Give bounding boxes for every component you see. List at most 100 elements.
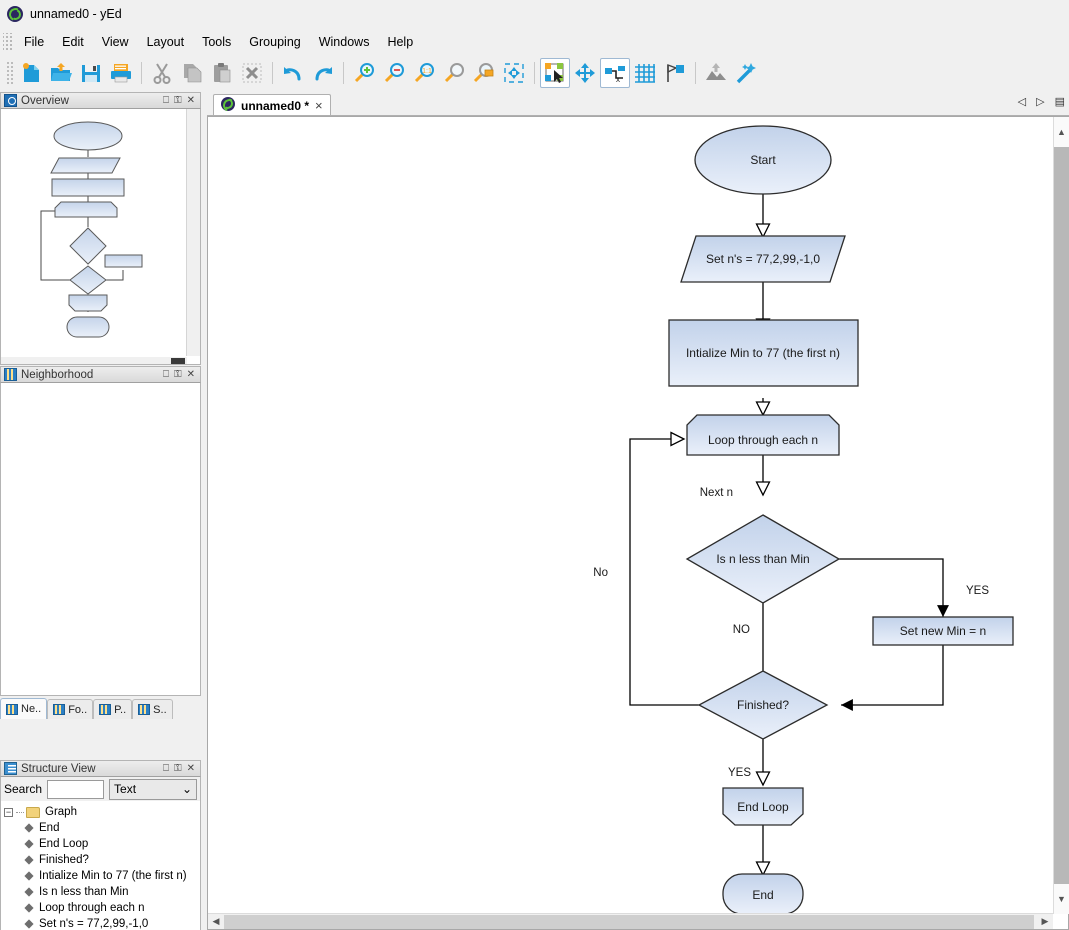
- edge-label-no-1: NO: [733, 624, 750, 636]
- fit-content-icon[interactable]: [469, 58, 499, 88]
- node-icon: [24, 871, 34, 881]
- search-input[interactable]: [47, 779, 105, 799]
- tab-neighborhood[interactable]: Ne..: [0, 698, 48, 719]
- move-mode-icon[interactable]: [570, 58, 600, 88]
- scroll-up-icon[interactable]: ▲: [1054, 117, 1069, 147]
- tab-list-icon[interactable]: ▤: [1055, 95, 1065, 108]
- zoom-area-icon[interactable]: [439, 58, 469, 88]
- redo-icon[interactable]: [308, 58, 338, 88]
- overview-undock-button[interactable]: ⎕: [163, 95, 169, 106]
- overview-pin-button[interactable]: ⚿: [174, 95, 182, 106]
- canvas-vscroll-thumb[interactable]: [1054, 147, 1069, 887]
- neighborhood-panel: Neighborhood ⎕ ⚿ ✕ Ne.. Fo.. P.. S..: [0, 366, 201, 732]
- scroll-right-icon[interactable]: ▶: [1037, 914, 1053, 929]
- structure-tree[interactable]: − Graph End End Loop Finished? Intialize…: [0, 801, 201, 930]
- overview-vertical-scrollbar[interactable]: [186, 109, 200, 356]
- flow-node-loop-start-label: Loop through each n: [708, 433, 818, 447]
- tree-row[interactable]: End: [1, 820, 200, 836]
- window-title: unnamed0 - yEd: [30, 7, 122, 21]
- menu-view[interactable]: View: [93, 32, 138, 52]
- tree-expander-icon[interactable]: −: [4, 807, 13, 817]
- fit-selection-icon[interactable]: [499, 58, 529, 88]
- tab-scroll-right-icon[interactable]: ▷: [1036, 95, 1044, 108]
- neighborhood-pin-button[interactable]: ⚿: [174, 369, 182, 380]
- edit-mode-icon[interactable]: [540, 57, 570, 88]
- save-icon[interactable]: [76, 58, 106, 88]
- tab-nav-controls: ◁ ▷ ▤: [1018, 95, 1065, 108]
- canvas-hscroll-thumb[interactable]: [224, 915, 1034, 929]
- paste-icon[interactable]: [207, 58, 237, 88]
- copy-icon[interactable]: [177, 58, 207, 88]
- svg-text:1:1: 1:1: [422, 68, 432, 75]
- menu-help[interactable]: Help: [378, 32, 422, 52]
- structure-close-button[interactable]: ✕: [187, 763, 195, 774]
- scroll-down-icon[interactable]: ▼: [1054, 884, 1069, 914]
- zoom-in-icon[interactable]: [349, 58, 379, 88]
- tree-row[interactable]: Intialize Min to 77 (the first n): [1, 868, 200, 884]
- neighborhood-body[interactable]: [0, 383, 201, 696]
- menu-layout[interactable]: Layout: [138, 32, 194, 52]
- tree-root-label: Graph: [45, 806, 77, 818]
- tree-row[interactable]: Finished?: [1, 852, 200, 868]
- neighborhood-panel-header: Neighborhood ⎕ ⚿ ✕: [0, 366, 201, 383]
- neighborhood-close-button[interactable]: ✕: [187, 369, 195, 380]
- cut-icon[interactable]: [147, 58, 177, 88]
- structure-view-panel: Structure View ⎕ ⚿ ✕ Search Text ⌄ − Gra…: [0, 760, 201, 930]
- flowchart[interactable]: Start Set n's = 77,2,99,-1,0 Intialize M…: [208, 117, 1053, 914]
- tab-scroll-left-icon[interactable]: ◁: [1018, 95, 1026, 108]
- menu-drag-grip[interactable]: [3, 33, 13, 51]
- node-icon: [24, 887, 34, 897]
- overview-horizontal-scrollbar[interactable]: [1, 357, 187, 364]
- menu-grouping[interactable]: Grouping: [240, 32, 309, 52]
- new-document-icon[interactable]: [16, 58, 46, 88]
- flow-node-end-loop-label: End Loop: [737, 800, 789, 814]
- toolbar-drag-grip[interactable]: [6, 60, 14, 85]
- menu-tools[interactable]: Tools: [193, 32, 240, 52]
- flow-node-start-label: Start: [750, 153, 776, 167]
- zoom-actual-size-icon[interactable]: 1:1: [409, 58, 439, 88]
- canvas-vertical-scrollbar[interactable]: ▲ ▼: [1053, 117, 1069, 914]
- tree-row[interactable]: Is n less than Min: [1, 884, 200, 900]
- search-filter-select[interactable]: Text ⌄: [109, 778, 197, 800]
- tree-node-label: End Loop: [39, 838, 89, 850]
- structure-pin-button[interactable]: ⚿: [174, 763, 182, 774]
- zoom-out-icon[interactable]: [379, 58, 409, 88]
- delete-icon[interactable]: [237, 58, 267, 88]
- canvas-horizontal-scrollbar[interactable]: ◀ ▶: [208, 913, 1053, 929]
- structure-view-title: Structure View: [21, 762, 96, 775]
- neighborhood-tab-strip: Ne.. Fo.. P.. S..: [0, 697, 201, 719]
- tree-row[interactable]: − Graph: [1, 804, 200, 820]
- open-document-icon[interactable]: [46, 58, 76, 88]
- structure-search-row: Search Text ⌄: [0, 777, 201, 801]
- magic-layout-icon[interactable]: [731, 58, 761, 88]
- export-image-icon[interactable]: [701, 58, 731, 88]
- overview-hscroll-thumb[interactable]: [171, 358, 185, 364]
- close-icon[interactable]: ×: [315, 99, 323, 112]
- tree-row[interactable]: Loop through each n: [1, 900, 200, 916]
- menu-file[interactable]: File: [15, 32, 53, 52]
- tree-connector: [16, 811, 24, 813]
- undo-icon[interactable]: [278, 58, 308, 88]
- tab-folder[interactable]: Fo..: [47, 699, 94, 719]
- overview-close-button[interactable]: ✕: [187, 95, 195, 106]
- document-tab[interactable]: unnamed0 * ×: [213, 94, 331, 116]
- overview-thumbnail[interactable]: [1, 109, 176, 356]
- grid-icon[interactable]: [630, 58, 660, 88]
- snapping-icon[interactable]: [660, 58, 690, 88]
- overview-panel: Overview ⎕ ⚿ ✕: [0, 92, 201, 365]
- neighborhood-undock-button[interactable]: ⎕: [163, 369, 169, 380]
- print-icon[interactable]: [106, 58, 136, 88]
- diagram-canvas[interactable]: Start Set n's = 77,2,99,-1,0 Intialize M…: [208, 117, 1053, 914]
- orthogonal-edges-icon[interactable]: x: [600, 57, 630, 88]
- menu-edit[interactable]: Edit: [53, 32, 93, 52]
- scroll-left-icon[interactable]: ◀: [208, 914, 224, 929]
- tab-successors-label: S..: [153, 703, 167, 716]
- tree-row[interactable]: End Loop: [1, 836, 200, 852]
- menu-windows[interactable]: Windows: [310, 32, 379, 52]
- toolbar-separator: [343, 61, 344, 84]
- structure-undock-button[interactable]: ⎕: [163, 763, 169, 774]
- tab-successors[interactable]: S..: [132, 699, 173, 719]
- tree-row[interactable]: Set n's = 77,2,99,-1,0: [1, 916, 200, 930]
- overview-body[interactable]: [0, 109, 201, 365]
- tab-predecessors[interactable]: P..: [93, 699, 133, 719]
